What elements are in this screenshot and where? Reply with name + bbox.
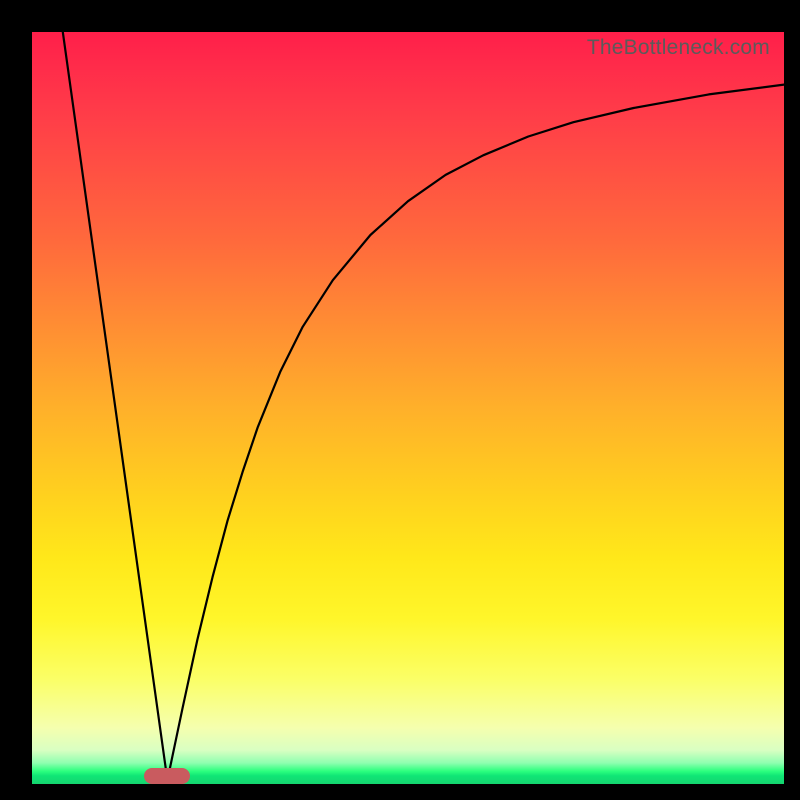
plot-area: TheBottleneck.com bbox=[32, 32, 784, 784]
right-curve bbox=[167, 85, 784, 781]
curve-layer bbox=[32, 32, 784, 784]
valley-marker bbox=[144, 768, 190, 784]
chart-frame: TheBottleneck.com bbox=[0, 0, 800, 800]
left-line bbox=[63, 32, 168, 780]
